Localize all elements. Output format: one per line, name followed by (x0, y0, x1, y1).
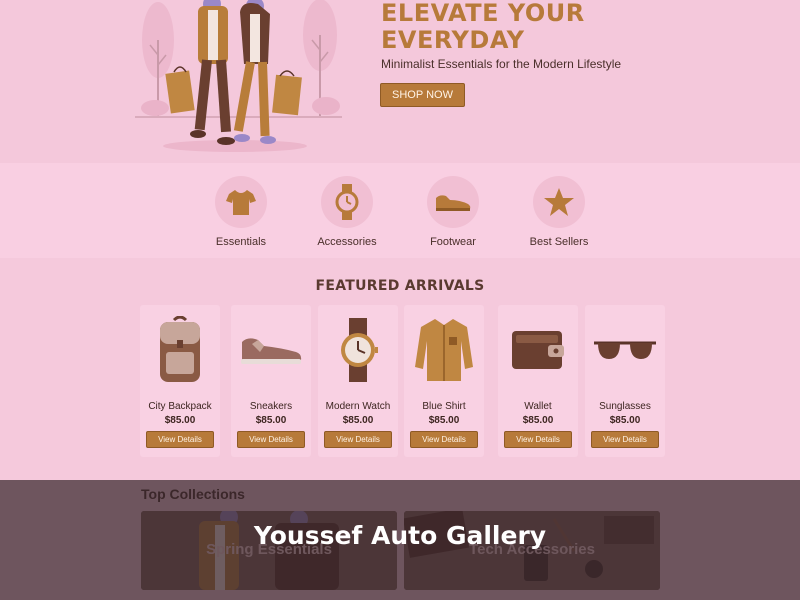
tshirt-icon (215, 176, 267, 228)
star-icon (533, 176, 585, 228)
product-name: Sneakers (249, 401, 293, 412)
hero-title: ELEVATE YOUR EVERYDAY (381, 0, 585, 54)
hero-banner: ELEVATE YOUR EVERYDAY Minimalist Essenti… (0, 0, 800, 163)
product-name: Sunglasses (599, 401, 651, 412)
category-essentials[interactable]: Essentials (196, 176, 286, 248)
product-card[interactable]: Blue Shirt $85.00 View Details (404, 305, 484, 457)
category-footwear[interactable]: Footwear (408, 176, 498, 248)
shop-now-button[interactable]: SHOP NOW (380, 83, 465, 107)
product-price: $85.00 (255, 415, 287, 426)
product-name: City Backpack (148, 401, 212, 412)
product-price: $85.00 (164, 415, 196, 426)
product-name: Modern Watch (325, 401, 391, 412)
wallet-icon (498, 305, 578, 395)
view-details-button[interactable]: View Details (410, 431, 478, 448)
product-card[interactable]: Sunglasses $85.00 View Details (585, 305, 665, 457)
category-accessories[interactable]: Accessories (302, 176, 392, 248)
product-price: $85.00 (609, 415, 641, 426)
hero-title-line2: EVERYDAY (381, 26, 525, 54)
featured-arrivals-section: FEATURED ARRIVALS City Backpack $85.00 V… (0, 258, 800, 480)
view-details-button[interactable]: View Details (146, 431, 214, 448)
shopping-couple-illustration (135, 0, 342, 152)
view-details-button[interactable]: View Details (504, 431, 572, 448)
overlay-title: Youssef Auto Gallery (253, 521, 547, 550)
view-details-button[interactable]: View Details (324, 431, 392, 448)
product-card[interactable]: City Backpack $85.00 View Details (140, 305, 220, 457)
category-label: Essentials (215, 236, 267, 248)
watch-icon (321, 176, 373, 228)
watch-icon (318, 305, 398, 395)
sneaker-icon (231, 305, 311, 395)
section-title: FEATURED ARRIVALS (315, 278, 485, 294)
product-card[interactable]: Sneakers $85.00 View Details (231, 305, 311, 457)
sunglasses-icon (585, 305, 665, 395)
product-name: Blue Shirt (422, 401, 466, 412)
category-label: Footwear (430, 236, 476, 248)
product-price: $85.00 (342, 415, 374, 426)
view-details-button[interactable]: View Details (237, 431, 305, 448)
backpack-icon (140, 305, 220, 395)
product-price: $85.00 (522, 415, 554, 426)
shoe-icon (427, 176, 479, 228)
category-label: Accessories (317, 236, 377, 248)
hero-subtitle: Minimalist Essentials for the Modern Lif… (381, 57, 622, 71)
view-details-button[interactable]: View Details (591, 431, 659, 448)
product-card[interactable]: Modern Watch $85.00 View Details (318, 305, 398, 457)
shirt-icon (404, 305, 484, 395)
category-bar: Essentials Accessories Footwear Best Sel… (0, 163, 800, 258)
category-label: Best Sellers (529, 236, 589, 248)
hero-title-line1: ELEVATE YOUR (381, 0, 585, 27)
product-name: Wallet (524, 401, 552, 412)
section-title: Top Collections (141, 486, 245, 502)
product-card[interactable]: Wallet $85.00 View Details (498, 305, 578, 457)
category-best-sellers[interactable]: Best Sellers (514, 176, 604, 248)
product-price: $85.00 (428, 415, 460, 426)
